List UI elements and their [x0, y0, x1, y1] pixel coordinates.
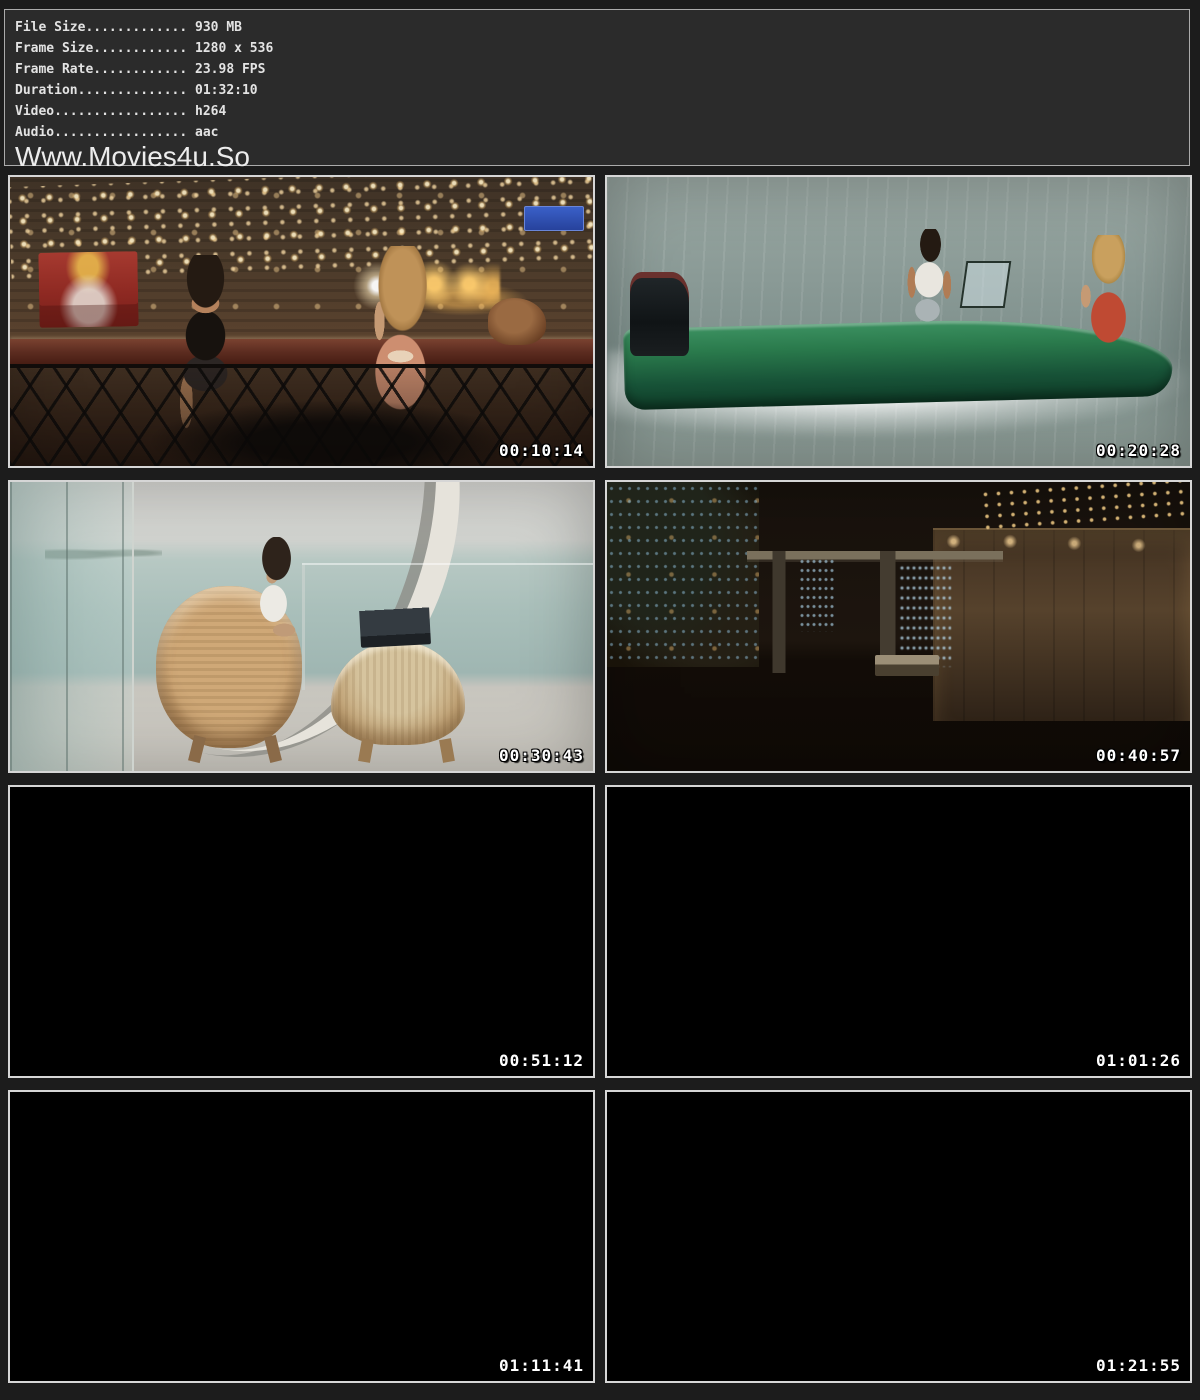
file-size-line: File Size............. 930 MB: [15, 17, 1189, 38]
scene-art-two-men: [10, 1092, 593, 1381]
driver-figure: [893, 229, 969, 356]
screenshot-grid: 00:10:14 00:20:28 00:30:4: [8, 175, 1192, 1383]
string-lights: [979, 480, 1192, 535]
timestamp: 00:30:43: [499, 746, 584, 765]
screenshot-night-market: 00:10:14: [8, 175, 595, 468]
screenshot-green-boat: 00:20:28: [605, 175, 1192, 468]
site-watermark: Www.Movies4u.So: [15, 143, 1189, 170]
screenshot-balcony: 00:30:43: [8, 480, 595, 773]
trees-with-lights: [607, 482, 759, 667]
timestamp: 01:21:55: [1096, 1356, 1181, 1375]
timestamp: 00:40:57: [1096, 746, 1181, 765]
scene-art-courtyard: [607, 482, 1190, 771]
passenger-figure: [1068, 235, 1150, 368]
media-preview-sheet: { "media_info": { "lines": [ "File Size.…: [0, 0, 1200, 1400]
bench: [875, 655, 939, 675]
light-curtain: [799, 557, 834, 632]
timestamp: 01:01:26: [1096, 1051, 1181, 1070]
scene-art-woman-blinds: [10, 787, 593, 1076]
scene-art-boat: [607, 177, 1190, 466]
red-banner: [38, 251, 138, 328]
scene-art-shower: [607, 1092, 1190, 1381]
bench: [974, 655, 1026, 675]
timestamp: 00:10:14: [499, 441, 584, 460]
audio-codec-line: Audio................. aac: [15, 122, 1189, 143]
screenshot-shower: 01:21:55: [605, 1090, 1192, 1383]
outboard-motor: [630, 272, 688, 356]
media-info-box: File Size............. 930 MB Frame Size…: [4, 9, 1190, 166]
screenshot-two-men: 01:11:41: [8, 1090, 595, 1383]
scene-art-door: [607, 787, 1190, 1076]
leather-bag: [488, 298, 546, 344]
frame-rate-line: Frame Rate............ 23.98 FPS: [15, 59, 1189, 80]
screenshot-fire-courtyard: 00:40:57: [605, 480, 1192, 773]
table-leg: [358, 738, 373, 763]
timestamp: 01:11:41: [499, 1356, 584, 1375]
table-leg: [439, 738, 454, 763]
timestamp: 00:51:12: [499, 1051, 584, 1070]
timestamp: 00:20:28: [1096, 441, 1181, 460]
frame-size-line: Frame Size............ 1280 x 536: [15, 38, 1189, 59]
screenshot-dark-door: 01:01:26: [605, 785, 1192, 1078]
glass-wall: [10, 482, 134, 771]
light-curtain: [899, 563, 951, 667]
blue-sign: [524, 206, 584, 231]
scene-art-night-market: [10, 177, 593, 466]
seated-woman: [237, 537, 313, 670]
laptop: [359, 604, 431, 648]
screenshot-woman-blinds: 00:51:12: [8, 785, 595, 1078]
duration-line: Duration.............. 01:32:10: [15, 80, 1189, 101]
video-codec-line: Video................. h264: [15, 101, 1189, 122]
scene-art-balcony: [10, 482, 593, 771]
